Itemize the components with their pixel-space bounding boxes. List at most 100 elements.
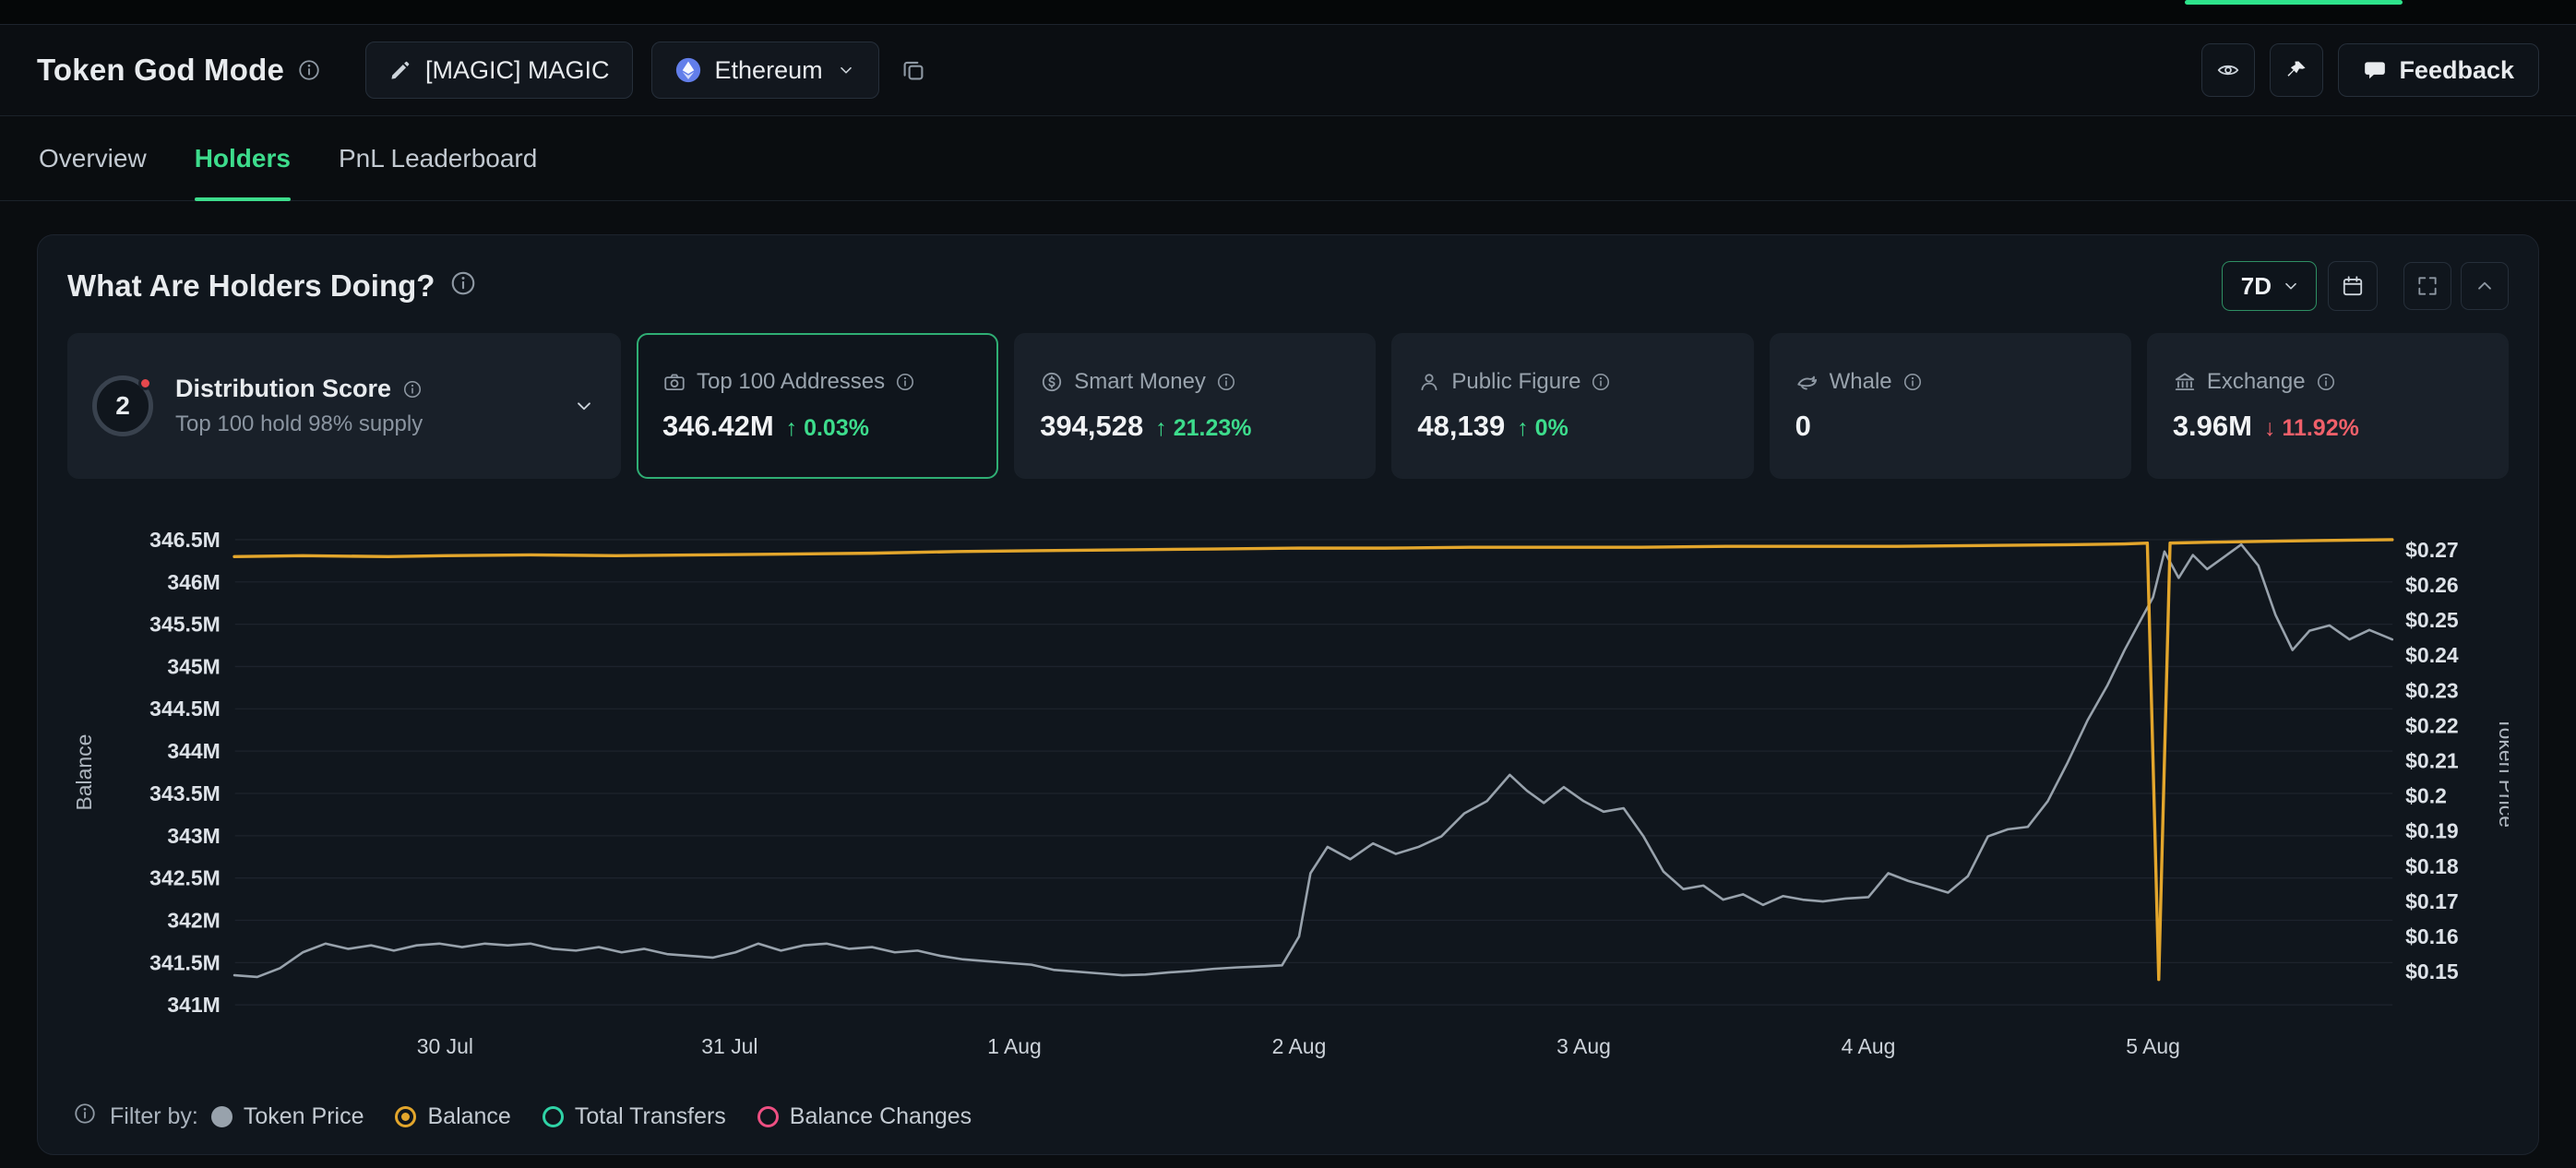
loading-bar [2185,0,2403,5]
distribution-score-card[interactable]: 2 Distribution Score Top 100 hold 98% su… [67,333,621,479]
svg-text:Balance: Balance [72,734,96,811]
svg-text:342M: 342M [167,909,220,933]
stat-card-label: Smart Money [1074,369,1206,395]
copy-icon [900,56,927,84]
chain-selector[interactable]: Ethereum [651,42,879,99]
svg-text:$0.27: $0.27 [2405,538,2458,562]
svg-text:$0.26: $0.26 [2405,573,2458,597]
stat-card-smart-money[interactable]: Smart Money 394,528 ↑ 21.23% [1014,333,1376,479]
info-icon[interactable] [73,1102,97,1132]
stat-card-label: Exchange [2207,369,2306,395]
calendar-button[interactable] [2328,261,2378,311]
filter-option-balance-changes[interactable]: Balance Changes [757,1103,972,1130]
chat-icon [2363,58,2387,82]
token-selector[interactable]: [MAGIC] MAGIC [365,42,633,99]
svg-text:$0.17: $0.17 [2405,889,2458,913]
info-icon[interactable] [297,58,321,82]
svg-text:345.5M: 345.5M [149,613,221,637]
holders-chart[interactable]: 341M341.5M342M342.5M343M343.5M344M344.5M… [67,503,2509,1092]
timeframe-value: 7D [2241,272,2272,301]
chain-selector-label: Ethereum [715,56,823,85]
svg-text:$0.18: $0.18 [2405,854,2459,878]
svg-text:$0.24: $0.24 [2405,643,2459,667]
stat-card-change: ↑ 0.03% [786,415,869,442]
stat-card-change: ↑ 21.23% [1155,415,1251,442]
info-icon[interactable] [1591,372,1611,392]
filter-option-label: Token Price [244,1103,364,1130]
filter-option-label: Balance Changes [790,1103,972,1130]
fullscreen-button[interactable] [2403,262,2451,310]
token-selector-label: [MAGIC] MAGIC [425,56,610,85]
pin-icon [2284,58,2308,82]
svg-text:341.5M: 341.5M [149,950,221,974]
info-icon[interactable] [1216,372,1236,392]
holders-panel: What Are Holders Doing? 7D [37,234,2539,1155]
svg-text:1 Aug: 1 Aug [987,1034,1042,1058]
feedback-button[interactable]: Feedback [2338,43,2539,97]
tab-overview[interactable]: Overview [39,116,147,200]
info-icon[interactable] [402,379,423,399]
radio-icon[interactable] [211,1106,233,1127]
svg-text:$0.25: $0.25 [2405,608,2459,632]
stat-card-change: ↓ 11.92% [2264,415,2359,442]
svg-text:$0.19: $0.19 [2405,819,2458,843]
page-title: Token God Mode [37,53,284,88]
whale-icon [1795,370,1819,394]
stat-card-label: Top 100 Addresses [697,369,885,395]
svg-text:346M: 346M [167,570,220,594]
radio-icon[interactable] [395,1106,416,1127]
info-icon[interactable] [449,269,477,304]
svg-text:$0.22: $0.22 [2405,713,2458,737]
chevron-up-icon [2473,274,2497,298]
stat-card-change: ↑ 0% [1517,415,1568,442]
distribution-score-sublabel: Top 100 hold 98% supply [175,411,423,437]
stat-card-top-100-addresses[interactable]: Top 100 Addresses 346.42M ↑ 0.03% [637,333,998,479]
stat-card-whale[interactable]: Whale 0 [1770,333,2131,479]
radio-icon[interactable] [757,1106,779,1127]
pin-button[interactable] [2270,43,2323,97]
pencil-icon [388,58,412,82]
filter-option-total-transfers[interactable]: Total Transfers [543,1103,726,1130]
info-icon[interactable] [895,372,915,392]
chart-canvas[interactable]: 341M341.5M342M342.5M343M343.5M344M344.5M… [67,503,2509,1092]
svg-text:346.5M: 346.5M [149,528,221,552]
svg-text:343M: 343M [167,824,220,848]
stat-card-value: 3.96M [2173,410,2252,443]
tab-holders[interactable]: Holders [195,116,291,200]
stat-card-value: 346.42M [662,410,774,443]
filter-option-token-price[interactable]: Token Price [211,1103,364,1130]
svg-text:344.5M: 344.5M [149,697,221,721]
ethereum-icon [674,56,702,84]
chart-filter-row: Filter by: Token PriceBalanceTotal Trans… [67,1102,2509,1132]
svg-text:343.5M: 343.5M [149,781,221,805]
filter-option-label: Total Transfers [575,1103,726,1130]
topbar: Token God Mode [MAGIC] MAGIC Ethereum [0,24,2576,116]
collapse-button[interactable] [2461,262,2509,310]
notification-dot [138,376,152,390]
eye-icon [2216,58,2240,82]
top-strip [0,0,2576,24]
stat-card-label: Public Figure [1451,369,1580,395]
calendar-icon [2341,274,2365,298]
filter-option-balance[interactable]: Balance [395,1103,510,1130]
panel-title: What Are Holders Doing? [67,268,435,304]
chevron-down-icon[interactable] [572,394,596,418]
svg-text:$0.15: $0.15 [2405,959,2459,983]
timeframe-selector[interactable]: 7D [2222,261,2317,311]
copy-button[interactable] [900,56,927,84]
stat-card-public-figure[interactable]: Public Figure 48,139 ↑ 0% [1391,333,1753,479]
coin-icon [1040,370,1064,394]
stat-card-value: 0 [1795,410,1811,443]
watch-button[interactable] [2201,43,2255,97]
info-icon[interactable] [2316,372,2336,392]
radio-icon[interactable] [543,1106,564,1127]
info-icon[interactable] [1902,372,1923,392]
bank-icon [2173,370,2197,394]
svg-text:341M: 341M [167,993,220,1017]
filter-option-label: Balance [427,1103,510,1130]
tab-pnl-leaderboard[interactable]: PnL Leaderboard [339,116,537,200]
distribution-score-label: Distribution Score [175,375,391,403]
stat-card-exchange[interactable]: Exchange 3.96M ↓ 11.92% [2147,333,2509,479]
fullscreen-icon [2415,274,2439,298]
svg-text:$0.21: $0.21 [2405,749,2459,773]
